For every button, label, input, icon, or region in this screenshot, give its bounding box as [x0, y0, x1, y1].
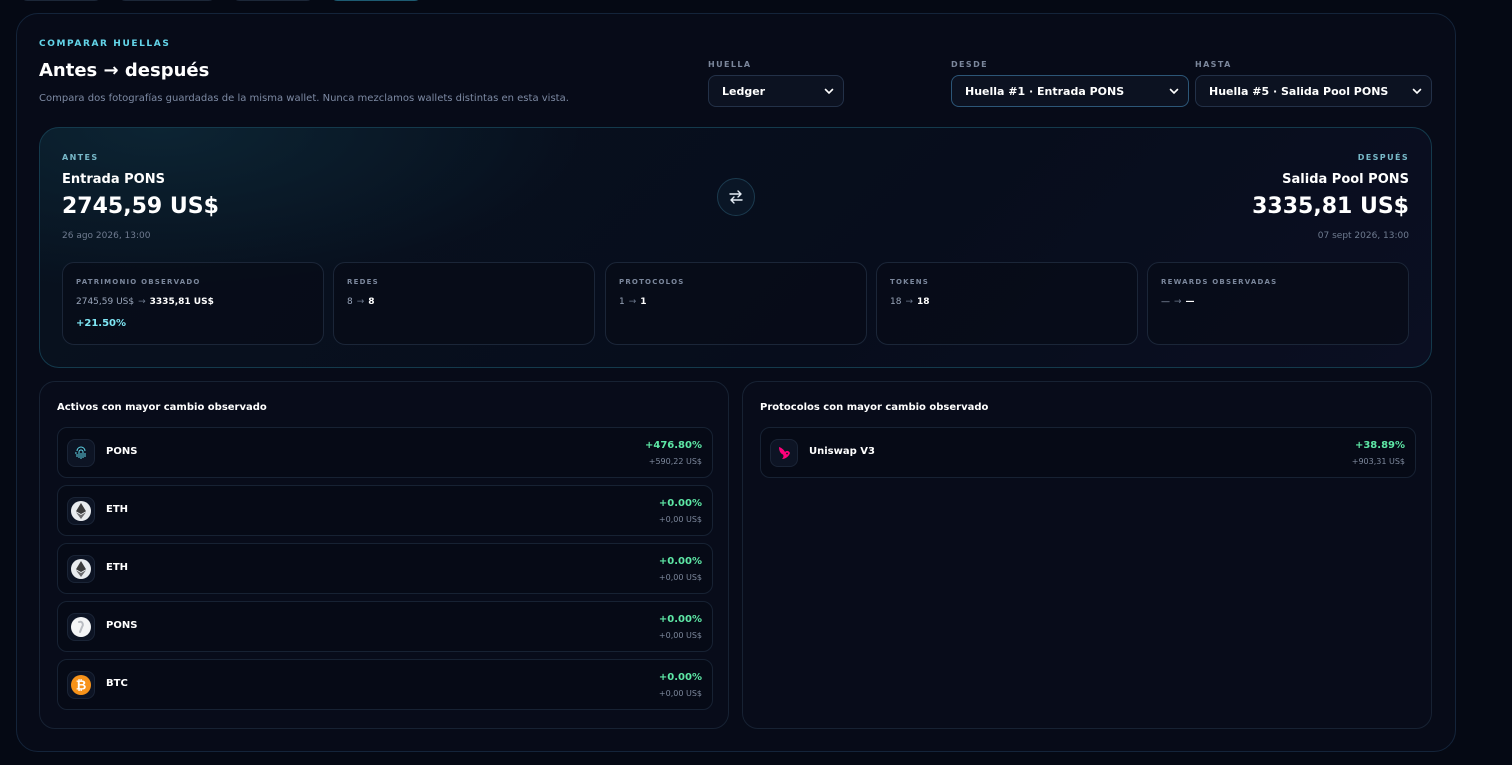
- page-title: Antes → después: [39, 60, 210, 81]
- page-subtitle: Compara dos fotografías guardadas de la …: [39, 93, 569, 104]
- compare-panel: COMPARAR HUELLAS Antes → después Compara…: [16, 13, 1456, 752]
- top-tab[interactable]: [232, 0, 314, 1]
- before-amount: 2745,59 US$: [62, 194, 219, 219]
- stat-label: REWARDS OBSERVADAS: [1161, 278, 1278, 286]
- stat-label: TOKENS: [890, 278, 930, 286]
- asset-change-pct: +0.00%: [658, 498, 702, 509]
- asset-row[interactable]: ETH +0.00% +0,00 US$: [57, 485, 713, 536]
- stat-to: —: [1185, 297, 1195, 307]
- protocol-change-usd: +903,31 US$: [1351, 457, 1405, 466]
- arrow-right-icon: →: [1174, 297, 1182, 307]
- asset-change-usd: +590,22 US$: [648, 457, 702, 466]
- asset-change-pct: +0.00%: [658, 556, 702, 567]
- asset-name: ETH: [106, 562, 129, 573]
- stat-card-redes: REDES 8 → 8: [333, 262, 595, 345]
- stat-to: 1: [640, 297, 647, 307]
- stat-to: 8: [368, 297, 375, 307]
- section-eyebrow: COMPARAR HUELLAS: [39, 39, 171, 49]
- protocol-row[interactable]: Uniswap V3 +38.89% +903,31 US$: [760, 427, 1416, 478]
- arrow-right-icon: →: [905, 297, 913, 307]
- stat-from: 2745,59 US$: [76, 297, 135, 307]
- stat-card-tokens: TOKENS 18 → 18: [876, 262, 1138, 345]
- asset-name: BTC: [106, 678, 128, 689]
- chevron-down-icon: [1169, 88, 1179, 95]
- after-name: Salida Pool PONS: [1282, 172, 1409, 187]
- before-label: ANTES: [62, 153, 99, 162]
- asset-row[interactable]: ₿ BTC +0.00% +0,00 US$: [57, 659, 713, 710]
- stat-card-rewards: REWARDS OBSERVADAS — → —: [1147, 262, 1409, 345]
- huella-label: HUELLA: [708, 60, 752, 69]
- asset-change-usd: +0,00 US$: [658, 631, 702, 640]
- assets-card: Activos con mayor cambio observado PONS …: [39, 381, 729, 729]
- arrow-right-icon: →: [138, 297, 146, 307]
- hasta-select[interactable]: Huella #5 · Salida Pool PONS: [1195, 75, 1432, 107]
- before-name: Entrada PONS: [62, 172, 165, 187]
- stat-label: REDES: [347, 278, 379, 286]
- stat-label: PROTOCOLOS: [619, 278, 685, 286]
- asset-row[interactable]: ETH +0.00% +0,00 US$: [57, 543, 713, 594]
- stat-label: PATRIMONIO OBSERVADO: [76, 278, 201, 286]
- stat-value: 8 → 8: [347, 297, 375, 307]
- uniswap-icon: [770, 439, 798, 467]
- after-date: 07 sept 2026, 13:00: [1317, 231, 1409, 241]
- before-date: 26 ago 2026, 13:00: [62, 231, 151, 241]
- after-amount: 3335,81 US$: [1252, 194, 1409, 219]
- asset-change-pct: +0.00%: [658, 614, 702, 625]
- stat-value: — → —: [1161, 297, 1195, 307]
- asset-change-usd: +0,00 US$: [658, 573, 702, 582]
- eth-icon: [67, 497, 95, 525]
- protocols-card: Protocolos con mayor cambio observado Un…: [742, 381, 1432, 729]
- stat-value: 2745,59 US$ → 3335,81 US$: [76, 297, 214, 307]
- huella-select[interactable]: Ledger: [708, 75, 844, 107]
- top-tab[interactable]: [20, 0, 102, 1]
- after-label: DESPUÉS: [1357, 153, 1409, 162]
- huella-select-value: Ledger: [722, 84, 766, 98]
- stat-to: 18: [917, 297, 930, 307]
- top-tab-active[interactable]: [330, 0, 422, 1]
- protocol-name: Uniswap V3: [809, 446, 875, 457]
- asset-row[interactable]: PONS +476.80% +590,22 US$: [57, 427, 713, 478]
- pons-token-icon: [67, 613, 95, 641]
- pons-fingerprint-icon: [67, 439, 95, 467]
- asset-name: ETH: [106, 504, 129, 515]
- stat-value: 1 → 1: [619, 297, 647, 307]
- hasta-select-value: Huella #5 · Salida Pool PONS: [1209, 84, 1389, 98]
- hasta-label: HASTA: [1195, 60, 1232, 69]
- top-tab[interactable]: [118, 0, 216, 1]
- stat-card-protocolos: PROTOCOLOS 1 → 1: [605, 262, 867, 345]
- stat-from: 1: [619, 297, 625, 307]
- asset-change-usd: +0,00 US$: [658, 515, 702, 524]
- assets-card-title: Activos con mayor cambio observado: [57, 402, 267, 413]
- swap-arrows-icon: [729, 190, 743, 204]
- protocol-change-pct: +38.89%: [1354, 440, 1405, 451]
- swap-button[interactable]: [717, 178, 755, 216]
- chevron-down-icon: [1412, 88, 1422, 95]
- arrow-right-icon: →: [628, 297, 637, 307]
- asset-name: PONS: [106, 620, 138, 631]
- comparison-hero: ANTES Entrada PONS 2745,59 US$ 26 ago 20…: [39, 127, 1432, 368]
- arrow-right-icon: →: [356, 297, 365, 307]
- asset-change-pct: +476.80%: [645, 440, 702, 451]
- stat-from: 18: [890, 297, 902, 307]
- desde-label: DESDE: [951, 60, 988, 69]
- svg-text:₿: ₿: [76, 679, 87, 694]
- btc-icon: ₿: [67, 671, 95, 699]
- desde-select[interactable]: Huella #1 · Entrada PONS: [951, 75, 1189, 107]
- asset-row[interactable]: PONS +0.00% +0,00 US$: [57, 601, 713, 652]
- asset-change-pct: +0.00%: [658, 672, 702, 683]
- eth-icon: [67, 555, 95, 583]
- protocols-card-title: Protocolos con mayor cambio observado: [760, 402, 989, 413]
- desde-select-value: Huella #1 · Entrada PONS: [965, 84, 1125, 98]
- stat-from: 8: [347, 297, 353, 307]
- asset-name: PONS: [106, 446, 138, 457]
- stat-change-pct: +21.50%: [76, 318, 127, 329]
- stat-card-patrimonio: PATRIMONIO OBSERVADO 2745,59 US$ → 3335,81…: [62, 262, 324, 345]
- chevron-down-icon: [824, 88, 834, 95]
- stat-value: 18 → 18: [890, 297, 930, 307]
- stat-from: —: [1161, 297, 1170, 307]
- asset-change-usd: +0,00 US$: [658, 689, 702, 698]
- stat-to: 3335,81 US$: [149, 297, 214, 307]
